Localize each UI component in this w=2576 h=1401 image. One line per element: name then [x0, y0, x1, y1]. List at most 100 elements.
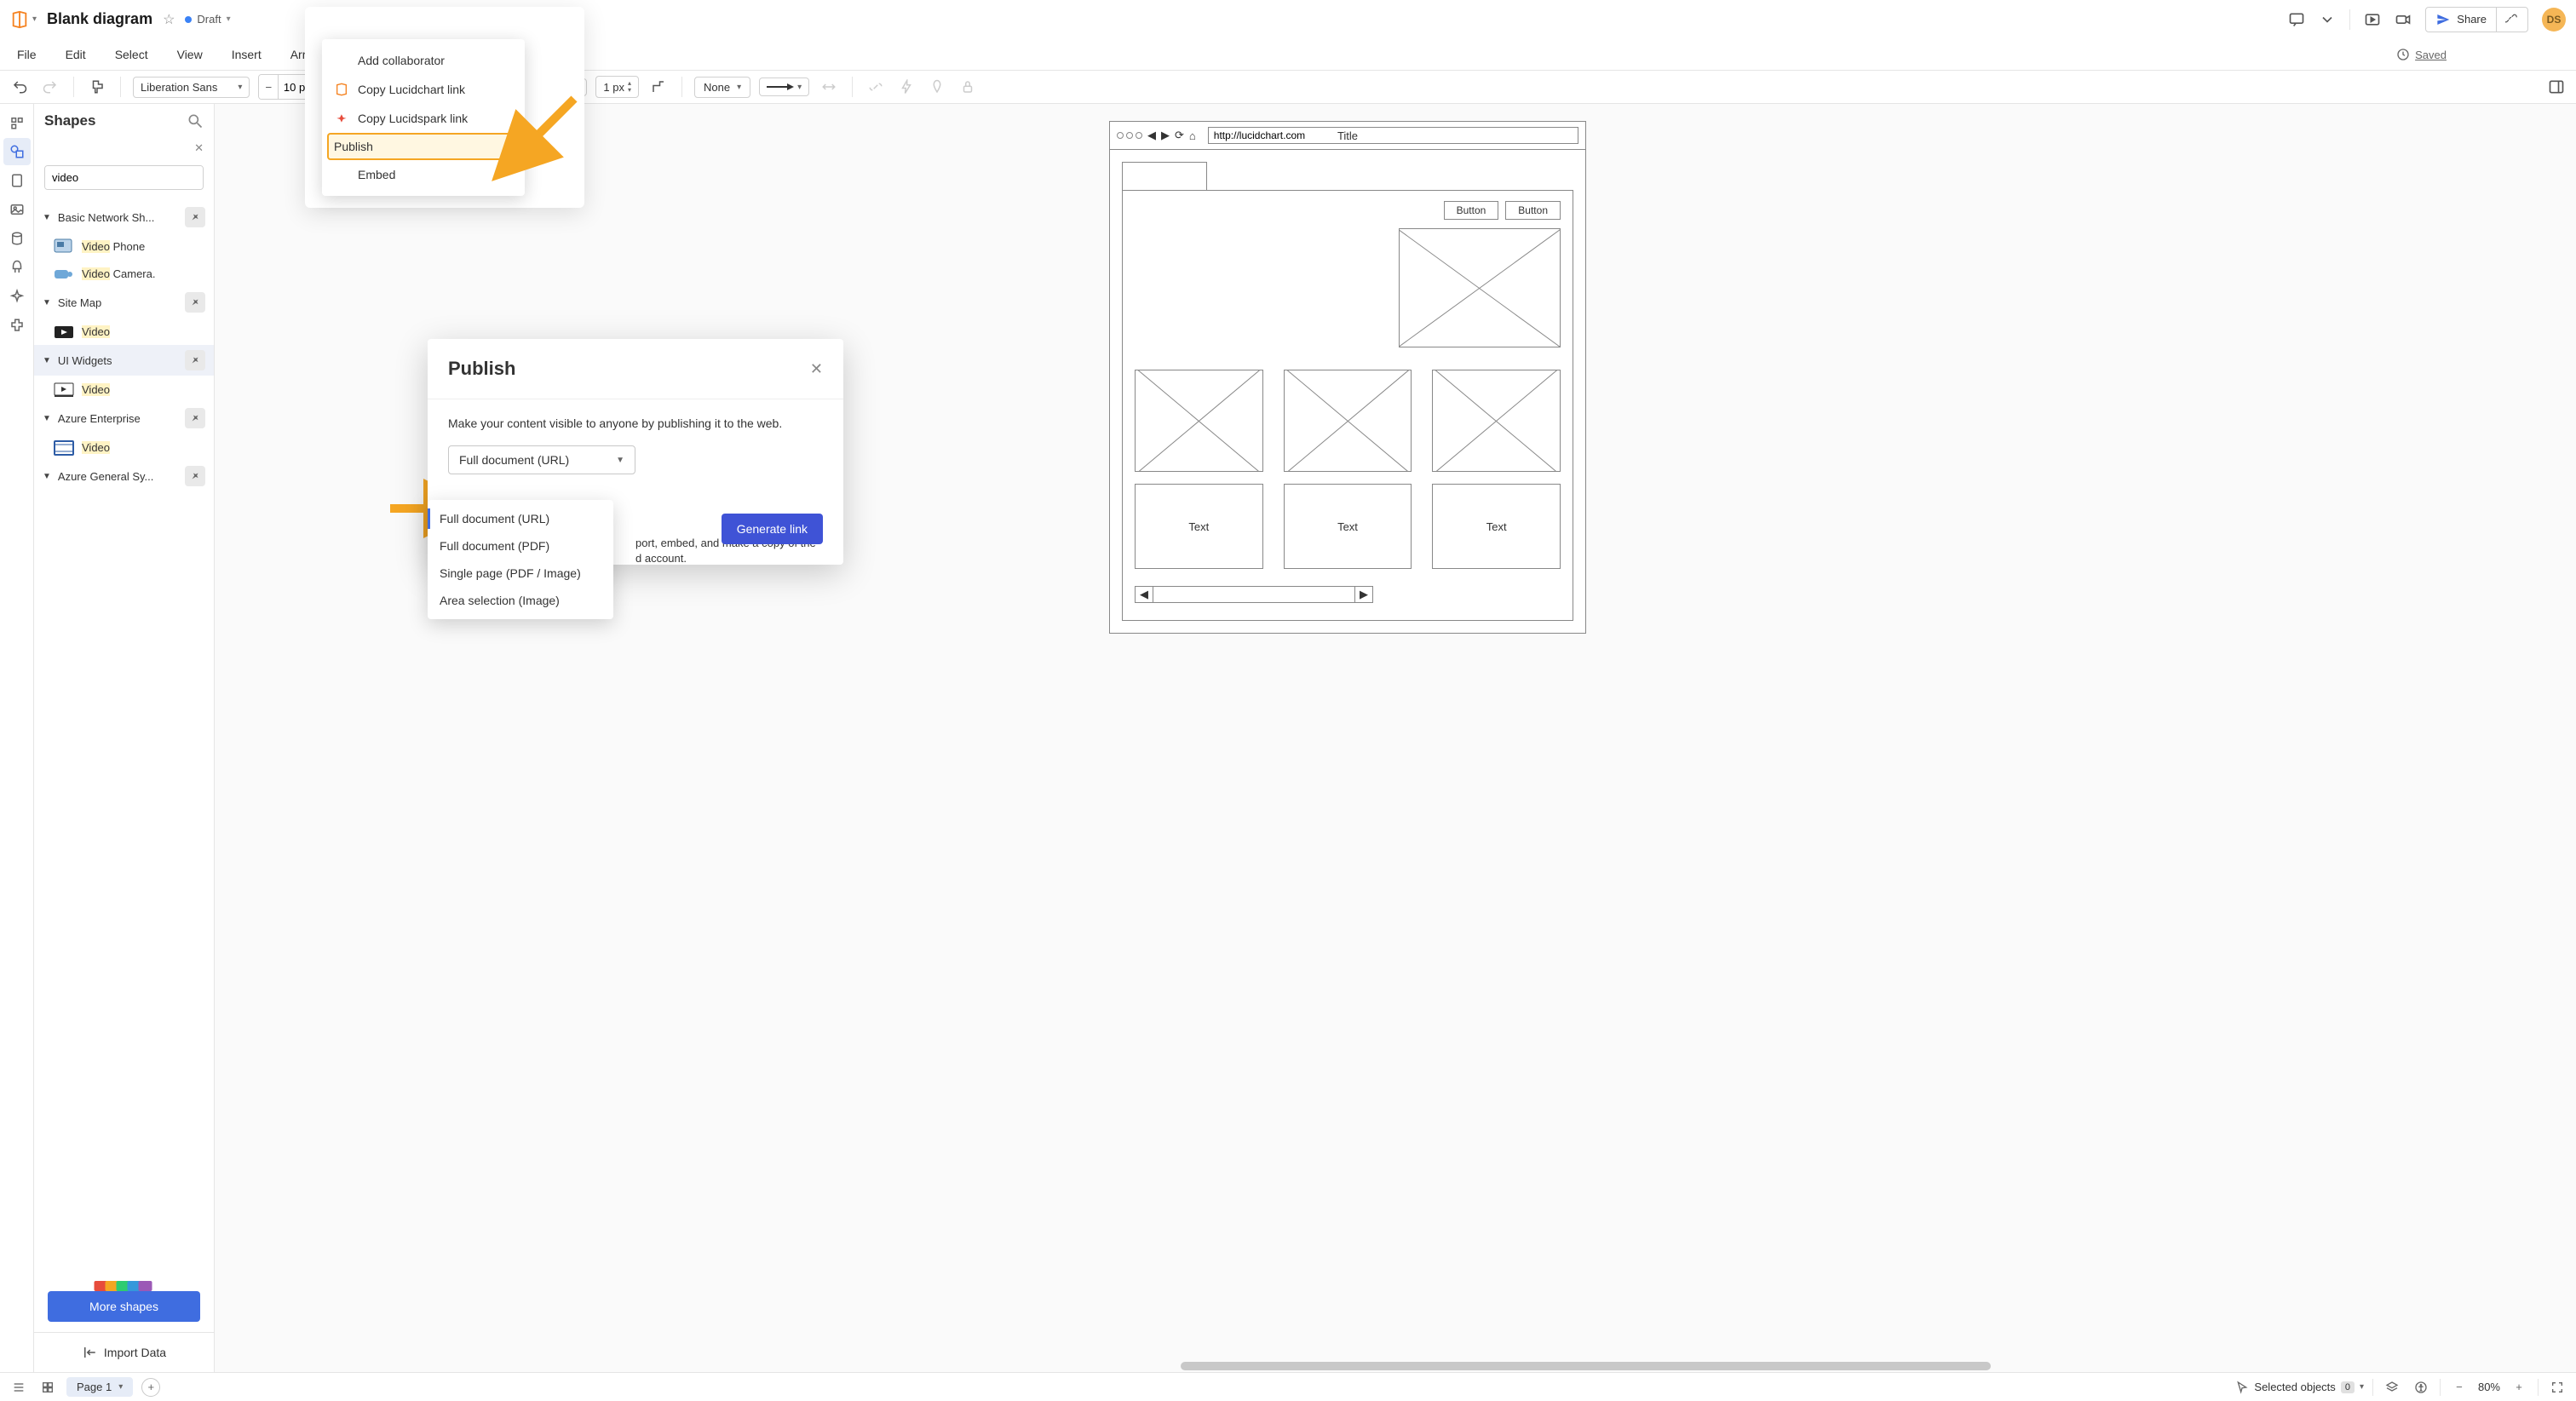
- shapes-panel-close[interactable]: ✕: [194, 141, 204, 155]
- group-azure-general[interactable]: ▼ Azure General Sy...: [34, 461, 214, 491]
- menu-select[interactable]: Select: [108, 44, 155, 65]
- more-shapes-button[interactable]: More shapes: [48, 1291, 200, 1322]
- share-menu-copy-lucidchart[interactable]: Copy Lucidchart link: [322, 75, 525, 104]
- grid-text-1[interactable]: Text: [1135, 484, 1263, 569]
- share-menu-embed[interactable]: Embed: [322, 160, 525, 189]
- grid-view-button[interactable]: [37, 1377, 58, 1398]
- publish-option-single-page[interactable]: Single page (PDF / Image): [428, 560, 613, 587]
- grid-image-3[interactable]: [1432, 370, 1561, 472]
- rail-shapes-button[interactable]: [3, 138, 31, 165]
- shape-item-azure-video[interactable]: Video: [34, 434, 214, 461]
- star-icon[interactable]: ☆: [163, 11, 175, 28]
- pin-icon[interactable]: [185, 207, 205, 227]
- canvas-horizontal-scrollbar[interactable]: [325, 1360, 2576, 1372]
- link-button[interactable]: [865, 76, 887, 98]
- accessibility-button[interactable]: [2411, 1377, 2431, 1398]
- menu-file[interactable]: File: [10, 44, 43, 65]
- record-icon[interactable]: [2395, 11, 2412, 28]
- paint-format-button[interactable]: [86, 76, 108, 98]
- zoom-out-button[interactable]: −: [2449, 1377, 2470, 1398]
- publish-type-select[interactable]: Full document (URL) ▼: [448, 445, 635, 474]
- comment-icon[interactable]: [2288, 11, 2305, 28]
- line-start-select[interactable]: None ▾: [694, 77, 750, 98]
- grid-image-2[interactable]: [1284, 370, 1412, 472]
- font-family-select[interactable]: Liberation Sans ▾: [133, 77, 250, 98]
- add-page-button[interactable]: +: [141, 1378, 160, 1397]
- document-title[interactable]: Blank diagram: [47, 10, 152, 28]
- shape-item-video-phone[interactable]: Video Phone: [34, 233, 214, 260]
- publish-description: Make your content visible to anyone by p…: [448, 416, 823, 430]
- rail-quickstart-button[interactable]: [3, 254, 31, 281]
- draft-status-chip[interactable]: Draft ▾: [185, 13, 230, 26]
- line-routing-button[interactable]: [647, 76, 670, 98]
- page-tab[interactable]: Page 1 ▾: [66, 1377, 133, 1397]
- undo-button[interactable]: [9, 76, 31, 98]
- shapes-search-input[interactable]: [45, 166, 204, 189]
- saved-link[interactable]: Saved: [2415, 49, 2447, 61]
- menu-insert[interactable]: Insert: [225, 44, 268, 65]
- share-menu-copy-lucidspark[interactable]: Copy Lucidspark link: [322, 104, 525, 133]
- stroke-width-input[interactable]: 1 px ▴▾: [595, 76, 639, 98]
- rail-pages-button[interactable]: [3, 167, 31, 194]
- grid-image-1[interactable]: [1135, 370, 1263, 472]
- publish-option-url[interactable]: Full document (URL): [428, 505, 613, 532]
- hero-image-placeholder[interactable]: [1399, 228, 1561, 347]
- import-data-button[interactable]: Import Data: [34, 1332, 214, 1372]
- rail-images-button[interactable]: [3, 196, 31, 223]
- rail-ai-button[interactable]: [3, 283, 31, 310]
- user-avatar[interactable]: DS: [2542, 8, 2566, 32]
- zoom-in-button[interactable]: +: [2509, 1377, 2529, 1398]
- group-azure-enterprise[interactable]: ▼ Azure Enterprise: [34, 403, 214, 434]
- tab-mockup[interactable]: [1122, 162, 1207, 191]
- shape-item-video-camera[interactable]: Video Camera.: [34, 260, 214, 287]
- pin-icon[interactable]: [185, 466, 205, 486]
- generate-link-button[interactable]: Generate link: [722, 514, 823, 544]
- video-phone-icon: [53, 238, 75, 255]
- swap-ends-button[interactable]: [818, 76, 840, 98]
- grid-text-2[interactable]: Text: [1284, 484, 1412, 569]
- redo-button[interactable]: [39, 76, 61, 98]
- lucid-logo[interactable]: ▾: [10, 10, 37, 29]
- mock-button-1[interactable]: Button: [1444, 201, 1499, 220]
- line-end-select[interactable]: ▾: [759, 78, 809, 96]
- share-button[interactable]: Share: [2426, 8, 2497, 32]
- caret-icon: ▼: [43, 472, 51, 481]
- menu-view[interactable]: View: [170, 44, 210, 65]
- shape-item-uiwidgets-video[interactable]: Video: [34, 376, 214, 403]
- url-field[interactable]: [1208, 127, 1578, 144]
- selected-objects-indicator[interactable]: Selected objects 0 ▾: [2235, 1381, 2364, 1394]
- layers-button[interactable]: [2382, 1377, 2402, 1398]
- rail-data-button[interactable]: [3, 225, 31, 252]
- publish-option-area[interactable]: Area selection (Image): [428, 587, 613, 614]
- close-icon[interactable]: ✕: [810, 360, 823, 378]
- group-basic-network[interactable]: ▼ Basic Network Sh...: [34, 202, 214, 233]
- pin-button[interactable]: [926, 76, 948, 98]
- scrollbar-mockup[interactable]: ◀ ▶: [1135, 586, 1373, 603]
- browser-mockup[interactable]: ◀ ▶ ⟳ ⌂ Title Button Button: [1109, 121, 1586, 634]
- present-icon[interactable]: [2364, 11, 2381, 28]
- pin-icon[interactable]: [185, 350, 205, 370]
- panels-toggle-button[interactable]: [2545, 76, 2567, 98]
- group-ui-widgets[interactable]: ▼ UI Widgets: [34, 345, 214, 376]
- group-site-map[interactable]: ▼ Site Map: [34, 287, 214, 318]
- grid-text-3[interactable]: Text: [1432, 484, 1561, 569]
- shape-item-sitemap-video[interactable]: Video: [34, 318, 214, 345]
- share-menu-add-collaborator[interactable]: Add collaborator: [322, 46, 525, 75]
- publish-option-pdf[interactable]: Full document (PDF): [428, 532, 613, 560]
- rail-plugins-button[interactable]: [3, 312, 31, 339]
- menu-edit[interactable]: Edit: [59, 44, 93, 65]
- zoom-level[interactable]: 80%: [2478, 1381, 2500, 1393]
- list-view-button[interactable]: [9, 1377, 29, 1398]
- action-button[interactable]: [895, 76, 917, 98]
- share-menu-publish[interactable]: Publish: [327, 133, 520, 160]
- chevron-down-icon[interactable]: [2319, 11, 2336, 28]
- share-link-button[interactable]: [2496, 8, 2527, 32]
- rail-outline-button[interactable]: [3, 109, 31, 136]
- lock-button[interactable]: [957, 76, 979, 98]
- shapes-search-icon[interactable]: [187, 112, 204, 129]
- fullscreen-button[interactable]: [2547, 1377, 2567, 1398]
- font-size-decrease[interactable]: −: [259, 75, 278, 99]
- pin-icon[interactable]: [185, 292, 205, 313]
- mock-button-2[interactable]: Button: [1505, 201, 1561, 220]
- pin-icon[interactable]: [185, 408, 205, 428]
